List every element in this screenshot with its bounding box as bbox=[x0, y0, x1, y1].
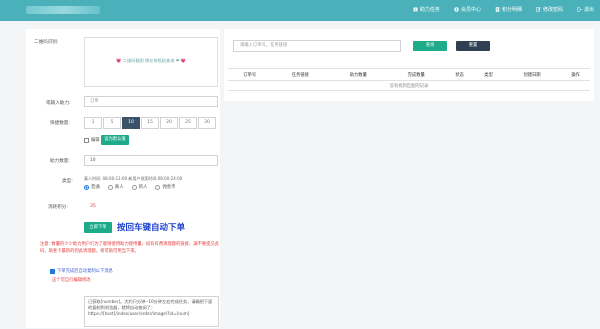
qty-option-5[interactable]: 5 bbox=[103, 117, 121, 129]
qty-option-20[interactable]: 20 bbox=[160, 117, 178, 129]
qr-paste-area[interactable]: 💗 二维码截图 揭在按框粘查询 ❤ 💗 bbox=[84, 37, 218, 87]
col-actions[interactable]: 操作 bbox=[560, 68, 590, 81]
table-row: 没有找到匹配的记录 bbox=[228, 80, 590, 91]
edit-icon bbox=[535, 7, 541, 12]
nav-points-detail-label: 积分明细 bbox=[501, 7, 522, 13]
type-option-normal[interactable]: 普通 bbox=[84, 184, 100, 190]
quick-qty-label: 快捷数量: bbox=[50, 121, 70, 126]
radio-selected-icon bbox=[84, 184, 89, 190]
type-radio-group: 普通 真人 新人 佣金币 bbox=[84, 184, 176, 190]
user-icon bbox=[454, 7, 459, 12]
dollar-icon: $ bbox=[413, 7, 418, 12]
qr-hint-text: 💗 二维码截图 揭在按框粘查询 ❤ 💗 bbox=[116, 58, 186, 63]
logout-icon bbox=[577, 7, 582, 12]
auto-copy-row: 下单完成后自动复制以下消息 bbox=[50, 268, 113, 274]
radio-icon bbox=[131, 184, 137, 190]
table-header-row: 订单号 任务链接 助力数量 完成数量 状态 类型 创建日期 操作 bbox=[228, 68, 590, 81]
qty-option-25[interactable]: 25 bbox=[179, 117, 197, 129]
edit-checkbox-label: 编辑 bbox=[91, 138, 100, 143]
top-navigation-bar: $ 助力任务 会员中心 积分明细 修改密码 退出 bbox=[0, 0, 600, 21]
warning-text: 注意: 数量的少少助力用户们为了能够使用助力使用量，如有有费清理题的链接，满不要… bbox=[40, 242, 219, 254]
submit-order-button[interactable]: 立即下单 bbox=[84, 222, 112, 233]
set-default-button[interactable]: 设为默认值 bbox=[101, 135, 129, 145]
auto-copy-note: 这个可自行编辑修改 bbox=[52, 278, 91, 283]
type-option-coin-label: 佣金币 bbox=[162, 185, 176, 190]
copy-message-textarea[interactable]: 已获取[number]。大约只分钟--10分钟左右完成任务，请确把下面的复制到浏… bbox=[84, 296, 219, 327]
nav-assist-task-label: 助力任务 bbox=[419, 7, 440, 13]
col-created[interactable]: 创建日期 bbox=[503, 68, 561, 81]
assist-qty-label: 助力数量: bbox=[50, 159, 70, 164]
quick-qty-group: 1 5 10 15 20 25 30 bbox=[84, 117, 217, 129]
qty-option-10[interactable]: 10 bbox=[122, 117, 140, 129]
type-time-note: 真人时间: 08:00-11:00 新用户领奖时间:08:00-24:00 bbox=[84, 176, 183, 181]
col-done-qty[interactable]: 完成数量 bbox=[387, 68, 446, 81]
type-option-normal-label: 普通 bbox=[91, 185, 100, 190]
type-label: 类型: bbox=[62, 179, 73, 184]
col-status[interactable]: 状态 bbox=[445, 68, 475, 81]
enter-to-order-title: 按回车键自动下单 bbox=[117, 223, 186, 233]
nav-logout[interactable]: 退出 bbox=[577, 6, 594, 13]
radio-icon bbox=[155, 184, 161, 190]
svg-text:$: $ bbox=[414, 8, 416, 12]
type-option-coin[interactable]: 佣金币 bbox=[155, 184, 176, 190]
nav-logout-label: 退出 bbox=[583, 7, 594, 13]
type-option-new[interactable]: 新人 bbox=[131, 184, 148, 190]
type-option-real-label: 真人 bbox=[114, 185, 124, 190]
order-input-label: 或输入助力: bbox=[46, 101, 71, 106]
order-input[interactable]: 订单 bbox=[84, 96, 218, 107]
auto-copy-checkbox[interactable] bbox=[50, 268, 55, 274]
col-type[interactable]: 类型 bbox=[474, 68, 504, 81]
nav-change-password-label: 修改密码 bbox=[542, 7, 563, 13]
site-logo[interactable] bbox=[26, 6, 100, 14]
search-button[interactable]: 查询 bbox=[413, 41, 447, 51]
assist-qty-input[interactable]: 10 bbox=[84, 155, 218, 166]
qr-label: 二维码识别: bbox=[34, 40, 59, 45]
qty-option-15[interactable]: 15 bbox=[141, 117, 159, 129]
points-value: 35 bbox=[90, 204, 96, 209]
nav-member-center[interactable]: 会员中心 bbox=[454, 6, 481, 13]
search-input[interactable]: 请输入订单号，任务链接 bbox=[233, 40, 401, 52]
type-option-real[interactable]: 真人 bbox=[107, 184, 124, 190]
type-option-new-label: 新人 bbox=[138, 185, 148, 190]
edit-checkbox-row: 编辑 bbox=[84, 137, 100, 143]
edit-checkbox[interactable] bbox=[84, 137, 89, 143]
col-order-no[interactable]: 订单号 bbox=[228, 68, 272, 81]
points-label: 消耗积分: bbox=[48, 205, 68, 210]
col-assist-qty[interactable]: 助力数量 bbox=[329, 68, 388, 81]
nav-member-center-label: 会员中心 bbox=[460, 7, 481, 13]
nav-points-detail[interactable]: 积分明细 bbox=[495, 6, 522, 13]
qty-option-30[interactable]: 30 bbox=[198, 117, 216, 129]
nav-assist-task[interactable]: $ 助力任务 bbox=[413, 6, 440, 13]
top-nav-menu: $ 助力任务 会员中心 积分明细 修改密码 退出 bbox=[413, 6, 594, 13]
task-table: 订单号 任务链接 助力数量 完成数量 状态 类型 创建日期 操作 没有找到匹配的… bbox=[228, 68, 590, 91]
nav-change-password[interactable]: 修改密码 bbox=[535, 6, 563, 13]
radio-icon bbox=[107, 184, 113, 190]
qty-option-1[interactable]: 1 bbox=[84, 117, 102, 129]
empty-table-message: 没有找到匹配的记录 bbox=[228, 80, 590, 91]
col-task-link[interactable]: 任务链接 bbox=[271, 68, 330, 81]
document-icon bbox=[495, 7, 500, 12]
reset-button[interactable]: 重置 bbox=[456, 41, 490, 51]
auto-copy-label: 下单完成后自动复制以下消息 bbox=[57, 269, 113, 274]
